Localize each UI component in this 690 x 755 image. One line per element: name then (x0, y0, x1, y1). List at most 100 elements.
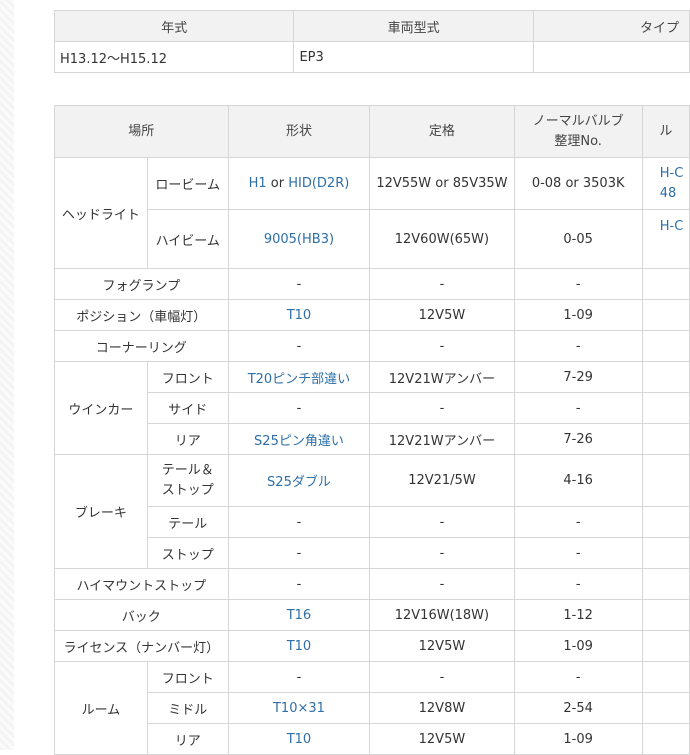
tail-rating: - (369, 506, 515, 538)
license-rating: 12V5W (369, 630, 515, 662)
winker-side-extra (641, 392, 690, 424)
cornering-extra (641, 330, 690, 362)
high-mount-label: ハイマウントストップ (54, 568, 229, 600)
tail-stop-no: 4-16 (513, 454, 643, 507)
table-row-cornering: コーナーリング - - - (54, 330, 690, 362)
table-row-back: バック T16 12V16W(18W) 1-12 (54, 599, 690, 631)
position-shape: T10 (227, 299, 371, 331)
low-beam-extra-link[interactable]: H-C 48 (641, 157, 690, 210)
cornering-label: コーナーリング (54, 330, 229, 362)
group-room: ルーム (54, 661, 148, 755)
winker-front-rating: 12V21Wアンバー (369, 361, 515, 393)
tail-extra (641, 506, 690, 538)
group-winker: ウインカー (54, 361, 148, 455)
room-front-label: フロント (146, 661, 229, 693)
winker-rear-rating: 12V21Wアンバー (369, 423, 515, 455)
high-mount-extra (641, 568, 690, 600)
vehicle-info-row: H13.12〜H15.12 EP3 (53, 41, 690, 73)
link-h1[interactable]: H1 (249, 176, 267, 191)
tail-stop-label: テール＆ ストップ (146, 454, 229, 507)
page-edge-pattern (0, 0, 14, 750)
stop-no: - (513, 537, 643, 569)
room-front-rating: - (369, 661, 515, 693)
winker-front-label: フロント (146, 361, 229, 393)
room-front-shape: - (227, 661, 371, 693)
link-s25-pin-angle[interactable]: S25ピン角違い (254, 434, 344, 449)
link-s25-double[interactable]: S25ダブル (267, 475, 331, 490)
license-shape: T10 (227, 630, 371, 662)
winker-rear-shape: S25ピン角違い (227, 423, 371, 455)
header-model-year: 年式 (53, 10, 295, 42)
back-no: 1-12 (513, 599, 643, 631)
link-t10-position[interactable]: T10 (287, 308, 311, 323)
room-middle-shape: T10×31 (227, 692, 371, 724)
winker-front-no: 7-29 (513, 361, 643, 393)
high-mount-no: - (513, 568, 643, 600)
tail-shape: - (227, 506, 371, 538)
winker-front-extra (641, 361, 690, 393)
type-value (532, 41, 690, 73)
cornering-shape: - (227, 330, 371, 362)
high-mount-rating: - (369, 568, 515, 600)
tail-no: - (513, 506, 643, 538)
position-extra (641, 299, 690, 331)
room-middle-label: ミドル (146, 692, 229, 724)
low-beam-no: 0-08 or 3503K (513, 157, 643, 210)
low-beam-rating: 12V55W or 85V35W (369, 157, 515, 210)
cornering-rating: - (369, 330, 515, 362)
table-row-winker-side: サイド - - - (55, 392, 690, 424)
position-no: 1-09 (513, 299, 643, 331)
back-shape: T16 (227, 599, 371, 631)
license-extra (641, 630, 690, 662)
link-hid-d2r[interactable]: HID(D2R) (288, 176, 349, 191)
high-beam-label: ハイビーム (146, 209, 229, 269)
bulb-header-row: 場所 形状 定格 ノーマルバルブ 整理No. ル (54, 105, 690, 158)
table-row-stop: ストップ - - - (55, 537, 690, 569)
link-t10-license[interactable]: T10 (287, 639, 311, 654)
link-9005-hb3[interactable]: 9005(HB3) (264, 232, 334, 247)
winker-rear-label: リア (146, 423, 229, 455)
winker-rear-no: 7-26 (513, 423, 643, 455)
room-middle-no: 2-54 (513, 692, 643, 724)
cornering-no: - (513, 330, 643, 362)
table-row-low-beam: ヘッドライト ロービーム H1 or HID(D2R) 12V55W or 85… (54, 157, 690, 269)
tail-stop-rating: 12V21/5W (369, 454, 515, 507)
winker-side-rating: - (369, 392, 515, 424)
license-no: 1-09 (513, 630, 643, 662)
high-beam-shape: 9005(HB3) (227, 209, 371, 269)
high-beam-extra-link[interactable]: H-C (641, 209, 690, 269)
tail-label: テール (146, 506, 229, 538)
header-partial-column: ル (641, 105, 690, 158)
back-rating: 12V16W(18W) (369, 599, 515, 631)
stop-label: ストップ (146, 537, 229, 569)
low-beam-shape: H1 or HID(D2R) (227, 157, 371, 210)
link-t10x31[interactable]: T10×31 (273, 701, 325, 716)
group-headlight: ヘッドライト (54, 157, 148, 269)
link-t10-room-rear[interactable]: T10 (287, 732, 311, 747)
link-t20-pinch[interactable]: T20ピンチ部違い (248, 372, 350, 387)
high-beam-rating: 12V60W(65W) (369, 209, 515, 269)
table-row-room-middle: ミドル T10×31 12V8W 2-54 (55, 692, 690, 724)
table-row-high-mount: ハイマウントストップ - - - (54, 568, 690, 600)
room-middle-rating: 12V8W (369, 692, 515, 724)
stop-shape: - (227, 537, 371, 569)
stop-extra (641, 537, 690, 569)
back-label: バック (54, 599, 229, 631)
room-middle-extra (641, 692, 690, 724)
tail-stop-shape: S25ダブル (227, 454, 371, 507)
stop-rating: - (369, 537, 515, 569)
winker-side-shape: - (227, 392, 371, 424)
winker-side-label: サイド (146, 392, 229, 424)
model-year-value: H13.12〜H15.12 (53, 41, 295, 73)
table-row-winker-rear: リア S25ピン角違い 12V21Wアンバー 7-26 (55, 423, 690, 455)
high-mount-shape: - (227, 568, 371, 600)
table-row-winker-front: ウインカー フロント T20ピンチ部違い 12V21Wアンバー 7-29 (54, 361, 690, 455)
room-front-no: - (513, 661, 643, 693)
table-row-fog-lamp: フォグランプ - - - (54, 268, 690, 300)
low-beam-label: ロービーム (146, 157, 229, 210)
link-t16[interactable]: T16 (287, 608, 311, 623)
table-row-position: ポジション（車幅灯） T10 12V5W 1-09 (54, 299, 690, 331)
winker-front-shape: T20ピンチ部違い (227, 361, 371, 393)
high-beam-no: 0-05 (513, 209, 643, 269)
bulb-spec-table: 場所 形状 定格 ノーマルバルブ 整理No. ル ヘッドライト ロービーム H1 … (54, 105, 690, 755)
